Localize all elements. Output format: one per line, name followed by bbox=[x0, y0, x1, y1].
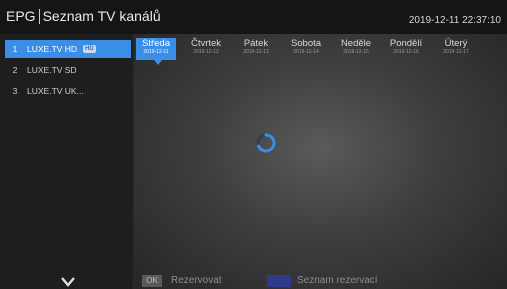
tab-day-2[interactable]: Čtvrtek 2019-12-12 bbox=[186, 38, 226, 60]
day-name: Neděle bbox=[340, 38, 372, 49]
channel-number: 3 bbox=[12, 86, 18, 96]
tab-day-6[interactable]: Pondělí 2019-12-16 bbox=[386, 38, 426, 60]
day-date: 2019-12-15 bbox=[343, 49, 369, 55]
day-name: Čtvrtek bbox=[190, 38, 222, 49]
tab-day-7[interactable]: Úterý 2019-12-17 bbox=[436, 38, 476, 60]
channel-item-1[interactable]: 1 LUXE.TV HD HD bbox=[5, 40, 131, 58]
day-date: 2019-12-12 bbox=[193, 49, 219, 55]
brand-label: EPG bbox=[6, 8, 36, 24]
day-date: 2019-12-13 bbox=[243, 49, 269, 55]
day-name: Úterý bbox=[444, 38, 468, 49]
day-date: 2019-12-16 bbox=[393, 49, 419, 55]
tab-day-1[interactable]: Středa 2019-12-11 bbox=[136, 38, 176, 65]
ok-key[interactable]: OK bbox=[142, 275, 162, 287]
page-title: Seznam TV kanálů bbox=[42, 8, 161, 24]
channel-name: LUXE.TV UK... bbox=[27, 86, 84, 96]
spinner-icon bbox=[256, 133, 276, 153]
day-date: 2019-12-14 bbox=[293, 49, 319, 55]
day-date: 2019-12-11 bbox=[143, 49, 169, 55]
footer-bar: OK Rezervovat Seznam rezervací bbox=[134, 274, 507, 289]
chevron-down-icon[interactable] bbox=[61, 277, 75, 287]
channel-list: 1 LUXE.TV HD HD 2 LUXE.TV SD 3 LUXE.TV U… bbox=[0, 34, 134, 289]
channel-number: 1 bbox=[12, 44, 18, 54]
day-name: Pondělí bbox=[389, 38, 423, 49]
reservation-list-label: Seznam rezervací bbox=[297, 275, 378, 286]
hd-badge: HD bbox=[83, 45, 96, 53]
app-title: EPG Seznam TV kanálů bbox=[6, 8, 161, 24]
tab-day-3[interactable]: Pátek 2019-12-13 bbox=[236, 38, 276, 60]
channel-item-3[interactable]: 3 LUXE.TV UK... bbox=[5, 82, 131, 100]
day-name: Sobota bbox=[290, 38, 322, 49]
epg-content-area bbox=[134, 34, 507, 289]
title-divider bbox=[38, 8, 40, 24]
selected-day-marker bbox=[154, 60, 162, 65]
channel-name: LUXE.TV HD bbox=[27, 44, 78, 54]
blue-key[interactable] bbox=[267, 275, 291, 287]
day-name: Pátek bbox=[243, 38, 269, 49]
header-bar: EPG Seznam TV kanálů 2019-12-11 22:37:10 bbox=[0, 0, 507, 34]
channel-number: 2 bbox=[12, 65, 18, 75]
datetime: 2019-12-11 22:37:10 bbox=[408, 15, 501, 26]
day-name: Středa bbox=[142, 38, 170, 49]
day-tabs: Středa 2019-12-11 Čtvrtek 2019-12-12 Pát… bbox=[136, 38, 504, 65]
day-date: 2019-12-17 bbox=[443, 49, 469, 55]
tab-day-5[interactable]: Neděle 2019-12-15 bbox=[336, 38, 376, 60]
reserve-label: Rezervovat bbox=[171, 275, 222, 286]
channel-item-2[interactable]: 2 LUXE.TV SD bbox=[5, 61, 131, 79]
tab-day-4[interactable]: Sobota 2019-12-14 bbox=[286, 38, 326, 60]
channel-name: LUXE.TV SD bbox=[27, 65, 77, 75]
